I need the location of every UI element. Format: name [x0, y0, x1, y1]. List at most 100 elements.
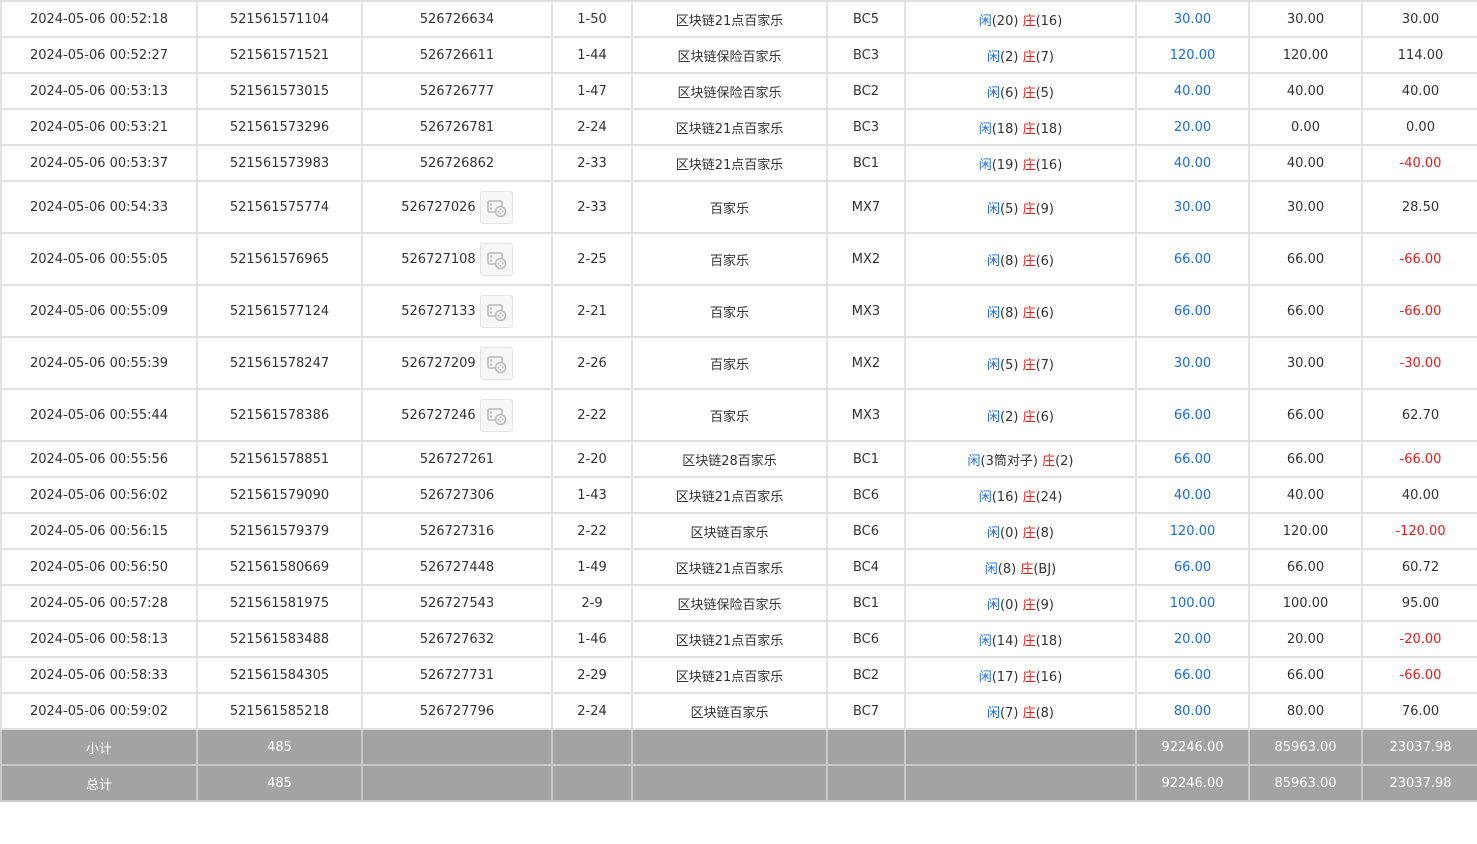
round-number: 526726781	[419, 119, 495, 135]
player-score: (3筒对子)	[980, 453, 1038, 469]
player-label: 闲	[986, 357, 1000, 373]
bet-time-cell: 2024-05-06 00:58:13	[0, 620, 198, 658]
player-score: (16)	[991, 489, 1019, 505]
valid-bet-cell: 100.00	[1248, 584, 1363, 622]
bet-time-cell: 2024-05-06 00:55:09	[0, 284, 198, 338]
win-loss: -66.00	[1399, 667, 1442, 683]
order-number: 521561579090	[229, 487, 330, 503]
summary-label: 总计	[85, 777, 112, 793]
order-number: 521561578851	[229, 451, 330, 467]
bet-time-cell: 2024-05-06 00:56:50	[0, 548, 198, 586]
valid-bet: 40.00	[1286, 155, 1325, 171]
bet-time-cell: 2024-05-06 00:56:02	[0, 476, 198, 514]
player-score: (0)	[1000, 597, 1019, 613]
valid-bet-cell: 30.00	[1248, 336, 1363, 390]
round-number-cell: 526726634	[361, 0, 553, 38]
summary-valid-cell: 85963.00	[1248, 728, 1363, 766]
round-number-cell: 526726611	[361, 36, 553, 74]
win-loss: 30.00	[1401, 11, 1440, 27]
game-type-cell: 区块链21点百家乐	[631, 476, 828, 514]
valid-bet-cell: 20.00	[1248, 620, 1363, 658]
player-label: 闲	[986, 597, 1000, 613]
game-result-cell: 闲(8) 庄(BJ)	[904, 548, 1137, 586]
summary-bet-amount: 92246.00	[1161, 775, 1224, 791]
valid-bet-cell: 30.00	[1248, 180, 1363, 234]
shoe-hand: 1-50	[577, 11, 607, 27]
bet-time: 2024-05-06 00:55:44	[29, 407, 169, 423]
banker-score: (7)	[1035, 357, 1054, 373]
win-loss-cell: 114.00	[1361, 36, 1477, 74]
table-code: MX2	[851, 251, 881, 267]
round-number-wrap: 526726862	[420, 156, 494, 171]
bet-amount: 66.00	[1173, 251, 1212, 267]
round-number-cell: 526726777	[361, 72, 553, 110]
summary-bet-cell: 92246.00	[1135, 728, 1250, 766]
table-code-cell: BC2	[826, 72, 906, 110]
table-code-cell: BC7	[826, 692, 906, 730]
game-result-cell: 闲(8) 庄(6)	[904, 232, 1137, 286]
replay-video-button[interactable]	[479, 398, 513, 432]
shoe-hand-cell: 2-22	[551, 388, 633, 442]
order-number-cell: 521561578851	[196, 440, 363, 478]
table-row: 2024-05-06 00:55:44 521561578386 5267272…	[0, 388, 1477, 442]
table-code-cell: BC3	[826, 108, 906, 146]
bet-amount: 66.00	[1173, 559, 1212, 575]
banker-label: 庄	[1022, 669, 1036, 685]
replay-video-button[interactable]	[479, 294, 513, 328]
banker-label: 庄	[1022, 633, 1036, 649]
replay-video-button[interactable]	[479, 242, 513, 276]
bet-time-cell: 2024-05-06 00:55:44	[0, 388, 198, 442]
shoe-hand-cell: 2-22	[551, 512, 633, 550]
order-number: 521561578386	[229, 407, 330, 423]
shoe-hand: 1-49	[577, 559, 607, 575]
order-number: 521561571104	[229, 11, 330, 27]
game-type-cell: 区块链28百家乐	[631, 440, 828, 478]
bet-amount-cell: 80.00	[1135, 692, 1250, 730]
bet-records-body: 2024-05-06 00:52:18 521561571104 5267266…	[0, 0, 1477, 802]
game-result-cell: 闲(0) 庄(9)	[904, 584, 1137, 622]
summary-win-cell: 23037.98	[1361, 728, 1477, 766]
game-result-cell: 闲(2) 庄(7)	[904, 36, 1137, 74]
valid-bet-cell: 40.00	[1248, 144, 1363, 182]
win-loss: -20.00	[1399, 631, 1442, 647]
bet-amount: 66.00	[1173, 303, 1212, 319]
summary-empty-cell	[361, 764, 553, 802]
game-type: 区块链保险百家乐	[677, 597, 782, 613]
shoe-hand-cell: 2-25	[551, 232, 633, 286]
table-row: 2024-05-06 00:56:15 521561579379 5267273…	[0, 512, 1477, 550]
shoe-hand-cell: 2-24	[551, 692, 633, 730]
order-number-cell: 521561573983	[196, 144, 363, 182]
round-number-cell: 526727448	[361, 548, 553, 586]
player-label: 闲	[986, 49, 1000, 65]
win-loss-cell: 62.70	[1361, 388, 1477, 442]
game-result-cell: 闲(0) 庄(8)	[904, 512, 1137, 550]
table-code: BC2	[852, 83, 880, 99]
win-loss-cell: 95.00	[1361, 584, 1477, 622]
game-type-cell: 百家乐	[631, 336, 828, 390]
bet-amount-cell: 20.00	[1135, 108, 1250, 146]
table-code: BC5	[852, 11, 880, 27]
round-number: 526727209	[401, 355, 476, 371]
summary-empty-cell	[631, 764, 828, 802]
player-label: 闲	[967, 453, 981, 469]
order-number: 521561576965	[229, 251, 330, 267]
bet-time-cell: 2024-05-06 00:59:02	[0, 692, 198, 730]
game-type: 百家乐	[709, 201, 749, 217]
win-loss: 95.00	[1401, 595, 1440, 611]
bet-time: 2024-05-06 00:57:28	[29, 595, 169, 611]
valid-bet-cell: 66.00	[1248, 440, 1363, 478]
round-number: 526726777	[419, 83, 495, 99]
round-number: 526726862	[419, 155, 495, 171]
valid-bet-cell: 66.00	[1248, 388, 1363, 442]
bet-time-cell: 2024-05-06 00:55:56	[0, 440, 198, 478]
replay-video-button[interactable]	[479, 346, 513, 380]
round-number: 526727448	[419, 559, 495, 575]
shoe-hand: 2-22	[577, 523, 607, 539]
game-type-cell: 区块链21点百家乐	[631, 620, 828, 658]
summary-count-cell: 485	[196, 764, 363, 802]
valid-bet: 66.00	[1286, 303, 1325, 319]
replay-video-button[interactable]	[479, 190, 513, 224]
win-loss: -30.00	[1399, 355, 1442, 371]
banker-label: 庄	[1022, 85, 1036, 101]
bet-amount: 66.00	[1173, 407, 1212, 423]
